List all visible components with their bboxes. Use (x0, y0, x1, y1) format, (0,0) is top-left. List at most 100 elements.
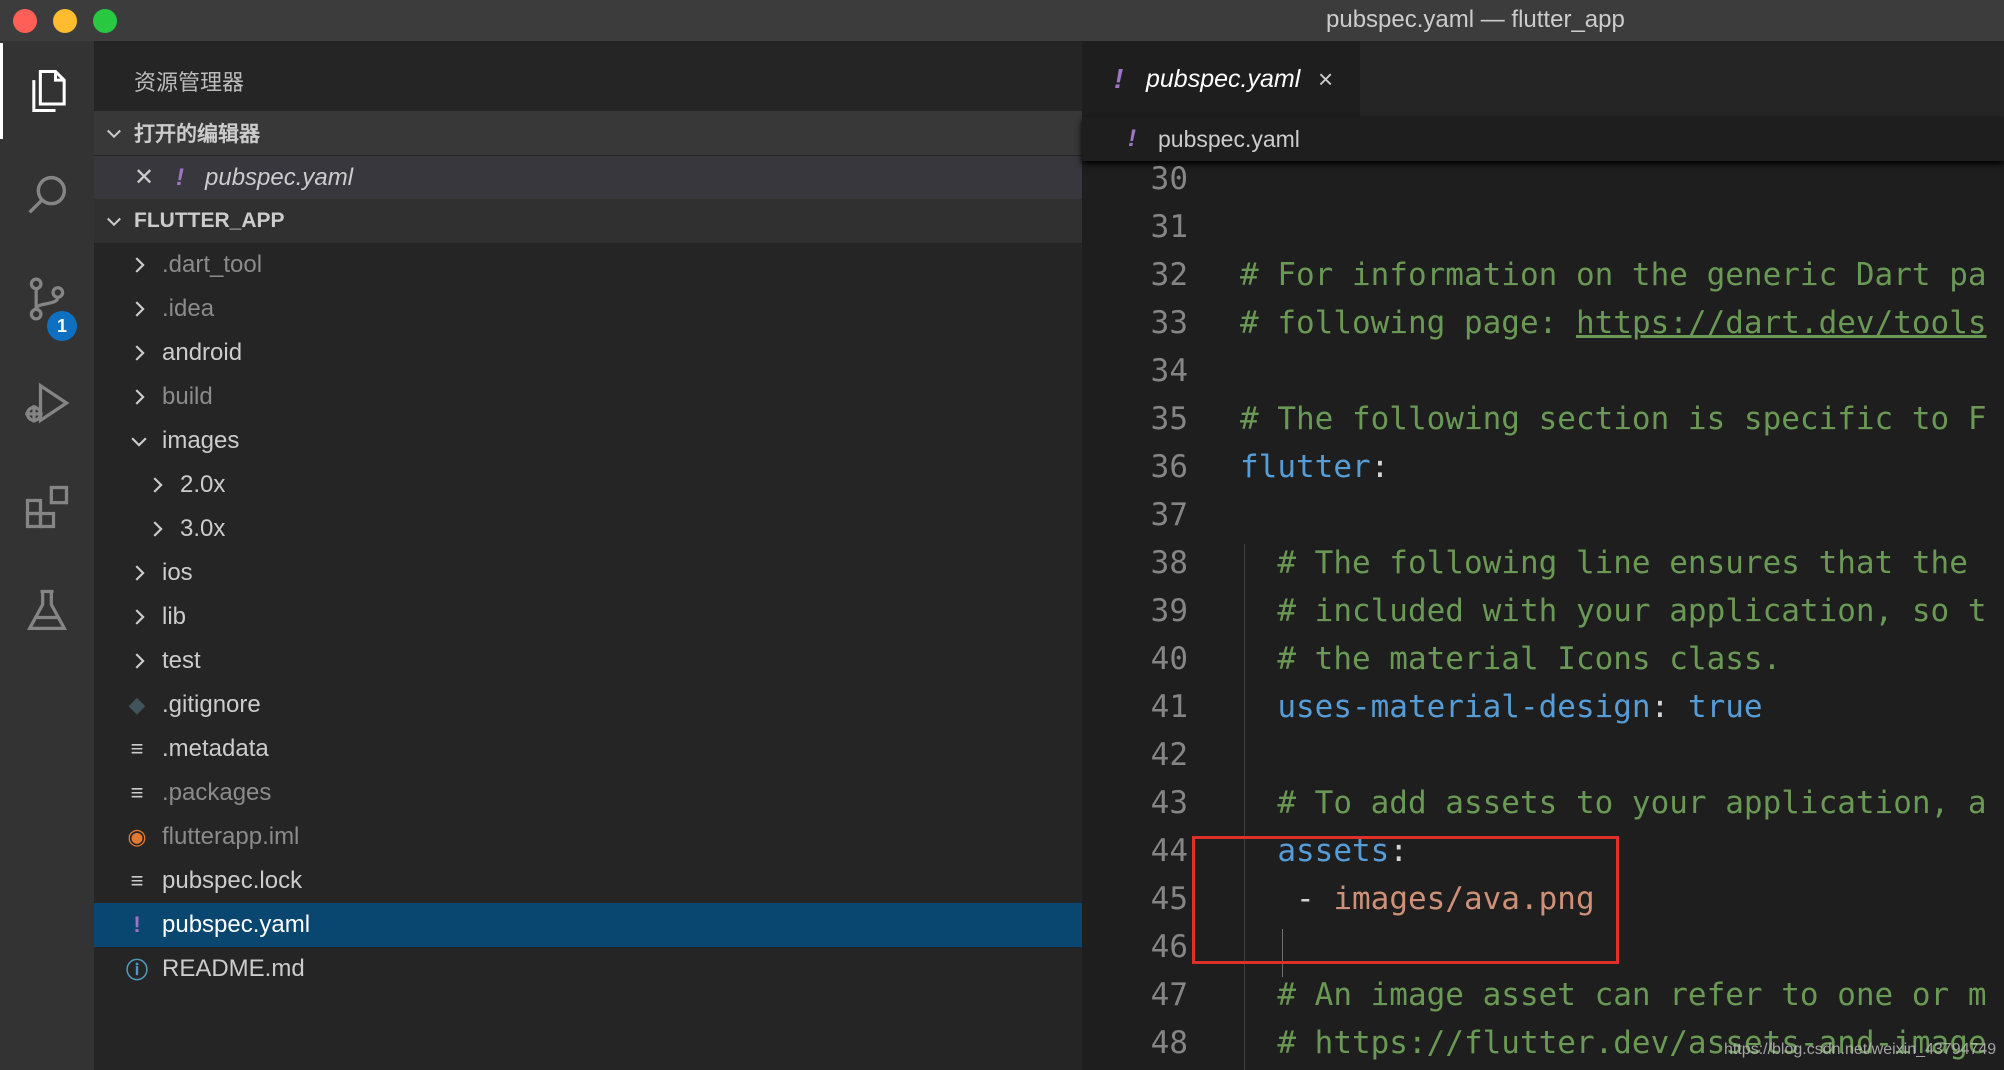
code-token-link[interactable]: https://dart.dev/tools (1576, 305, 1987, 341)
tree-item-build[interactable]: build (94, 375, 1082, 419)
tree-item-readme-md[interactable]: ⓘ README.md (94, 947, 1082, 991)
line-number: 40 (1150, 641, 1188, 677)
project-header[interactable]: FLUTTER_APP (94, 199, 1082, 243)
breadcrumb-file[interactable]: pubspec.yaml (1158, 126, 1300, 153)
maximize-window-button[interactable] (93, 9, 117, 33)
tree-item-label: build (162, 383, 213, 410)
tree-item-images[interactable]: images (94, 419, 1082, 463)
lines-icon: ≡ (130, 780, 144, 805)
tree-item-metadata[interactable]: ≡ .metadata (94, 727, 1082, 771)
activity-testing[interactable] (0, 563, 94, 659)
open-editors-header[interactable]: 打开的编辑器 (94, 111, 1082, 155)
activity-run-debug[interactable] (0, 355, 94, 451)
lines-icon: ≡ (130, 736, 144, 761)
line-text: # following page: https://dart.dev/tools (1240, 305, 1987, 341)
yaml-icon: ! (1114, 63, 1124, 94)
line-number: 37 (1150, 497, 1188, 533)
code-line: 39 # included with your application, so … (1082, 593, 2004, 641)
code-token-key: flutter (1240, 449, 1371, 485)
tree-item-2-0x[interactable]: 2.0x (94, 463, 1082, 507)
code-token-key: uses-material-design (1240, 689, 1651, 725)
code-token-punct: : (1650, 689, 1688, 725)
lines-icon: ≡ (130, 868, 144, 893)
tree-item-android[interactable]: android (94, 331, 1082, 375)
tree-item-label: ios (162, 559, 193, 586)
chevron-right-icon (153, 521, 163, 537)
tree-item-label: .metadata (162, 735, 269, 762)
code-line: 32 # For information on the generic Dart … (1082, 257, 2004, 305)
line-text: flutter: (1240, 449, 1389, 485)
line-text: # the material Icons class. (1240, 641, 1781, 677)
tree-item-dart-tool[interactable]: .dart_tool (94, 243, 1082, 287)
tree-item-test[interactable]: test (94, 639, 1082, 683)
yaml-icon: ! (176, 163, 184, 191)
activity-bar: 1 (0, 41, 94, 1070)
activity-extensions[interactable] (0, 459, 94, 555)
chevron-right-icon (135, 389, 145, 405)
tree-item-gitignore[interactable]: ◆ .gitignore (94, 683, 1082, 727)
activity-source-control[interactable]: 1 (0, 251, 94, 347)
code-line: 47 # An image asset can refer to one or … (1082, 977, 2004, 1025)
line-number: 41 (1150, 689, 1188, 725)
tree-item-idea[interactable]: .idea (94, 287, 1082, 331)
breadcrumb: ! pubspec.yaml (1082, 117, 2004, 161)
code-line: 35 # The following section is specific to… (1082, 401, 2004, 449)
open-editor-label: pubspec.yaml (205, 163, 354, 191)
code-token-comment: # An image asset can refer to one or m (1240, 977, 1987, 1013)
chevron-down-icon (94, 211, 134, 231)
files-icon (31, 69, 66, 113)
tab-pubspec-yaml[interactable]: ! pubspec.yaml × (1082, 41, 1360, 117)
tree-item-pubspec-yaml[interactable]: ! pubspec.yaml (94, 903, 1082, 947)
line-number: 44 (1150, 833, 1188, 869)
chevron-right-icon (135, 257, 145, 273)
tree-item-label: .idea (162, 295, 215, 322)
tab-close-icon[interactable]: × (1318, 64, 1333, 95)
close-window-button[interactable] (13, 9, 37, 33)
tree-item-packages[interactable]: ≡ .packages (94, 771, 1082, 815)
line-number: 48 (1150, 1025, 1188, 1061)
tree-item-label: test (162, 647, 201, 674)
activity-explorer[interactable] (0, 43, 94, 139)
tree-item-flutterapp-iml[interactable]: ◉ flutterapp.iml (94, 815, 1082, 859)
code-line: 41 uses-material-design: true (1082, 689, 2004, 737)
line-text: # For information on the generic Dart pa (1240, 257, 1987, 293)
line-number: 33 (1150, 305, 1188, 341)
rss-icon: ◉ (127, 824, 147, 849)
line-text: # An image asset can refer to one or m (1240, 977, 1987, 1013)
chevron-right-icon (153, 477, 163, 493)
code-token-comment: # the material Icons class. (1240, 641, 1782, 677)
code-editor[interactable]: 30 31 32 # For information on the generic D… (1082, 161, 2004, 1070)
line-number: 43 (1150, 785, 1188, 821)
line-text: # included with your application, so t (1240, 593, 1986, 629)
tree-item-label: 3.0x (180, 515, 226, 542)
tree-item-label: .gitignore (162, 691, 261, 718)
minimize-window-button[interactable] (53, 9, 77, 33)
line-number: 38 (1150, 545, 1188, 581)
line-number: 34 (1150, 353, 1188, 389)
line-number: 31 (1150, 209, 1188, 245)
tree-item-pubspec-lock[interactable]: ≡ pubspec.lock (94, 859, 1082, 903)
code-token-comment: # following page: (1240, 305, 1576, 341)
line-text: uses-material-design: true (1240, 689, 1763, 725)
open-editor-item[interactable]: ✕ ! pubspec.yaml (94, 156, 1082, 199)
line-text: - images/ava.png (1240, 881, 1595, 917)
line-text: # The following section is specific to F (1240, 401, 1987, 437)
tree-item-lib[interactable]: lib (94, 595, 1082, 639)
code-line: 36 flutter: (1082, 449, 2004, 497)
tree-item-ios[interactable]: ios (94, 551, 1082, 595)
editor-area: ! pubspec.yaml × ! pubspec.yaml 30 31 32 # … (1082, 41, 2004, 1070)
tab-label: pubspec.yaml (1146, 64, 1301, 93)
close-icon[interactable]: ✕ (134, 163, 154, 192)
chevron-right-icon (135, 609, 145, 625)
code-line: 45 - images/ava.png (1082, 881, 2004, 929)
tree-item-label: images (162, 427, 240, 454)
code-token-comment: # The following line ensures that the (1240, 545, 1968, 581)
info-icon: ⓘ (126, 958, 149, 983)
tree-item-label: lib (162, 603, 187, 630)
activity-search[interactable] (0, 147, 94, 243)
code-token-key: true (1687, 689, 1763, 725)
code-line: 34 (1082, 353, 2004, 401)
line-number: 46 (1150, 929, 1188, 965)
tree-item-3-0x[interactable]: 3.0x (94, 507, 1082, 551)
line-number: 30 (1150, 161, 1188, 197)
